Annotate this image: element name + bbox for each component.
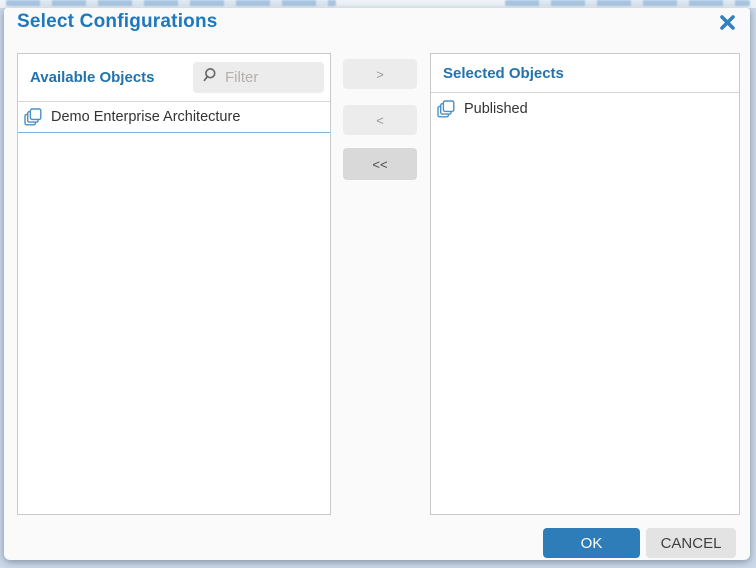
selected-objects-panel: Selected Objects Published: [430, 53, 740, 515]
background-page-strip: [0, 0, 756, 8]
available-objects-panel: Available Objects: [17, 53, 331, 515]
list-item-label: Demo Enterprise Architecture: [51, 109, 240, 125]
background-text-fragment: [505, 0, 750, 6]
filter-box[interactable]: [193, 62, 324, 93]
cancel-button[interactable]: CANCEL: [646, 528, 736, 558]
list-item[interactable]: Demo Enterprise Architecture: [18, 102, 330, 133]
selected-objects-title: Selected Objects: [443, 65, 564, 82]
ok-button[interactable]: OK: [543, 528, 640, 558]
close-button[interactable]: [716, 14, 738, 36]
background-text-fragment: [6, 0, 336, 6]
close-icon: [719, 14, 736, 36]
select-configurations-dialog: Select Configurations Available Objects: [4, 8, 750, 560]
selected-objects-header: Selected Objects: [431, 54, 739, 93]
move-all-left-button[interactable]: <<: [343, 148, 417, 180]
stacked-objects-icon: [24, 108, 42, 126]
stacked-objects-icon: [437, 100, 455, 118]
dialog-title: Select Configurations: [17, 11, 218, 33]
move-right-button[interactable]: >: [343, 59, 417, 89]
list-item-label: Published: [464, 101, 528, 117]
available-objects-title: Available Objects: [30, 69, 155, 86]
search-icon: [202, 67, 218, 88]
move-left-button[interactable]: <: [343, 105, 417, 135]
list-item[interactable]: Published: [431, 93, 739, 125]
available-objects-header: Available Objects: [18, 54, 330, 102]
filter-input[interactable]: [225, 69, 310, 86]
